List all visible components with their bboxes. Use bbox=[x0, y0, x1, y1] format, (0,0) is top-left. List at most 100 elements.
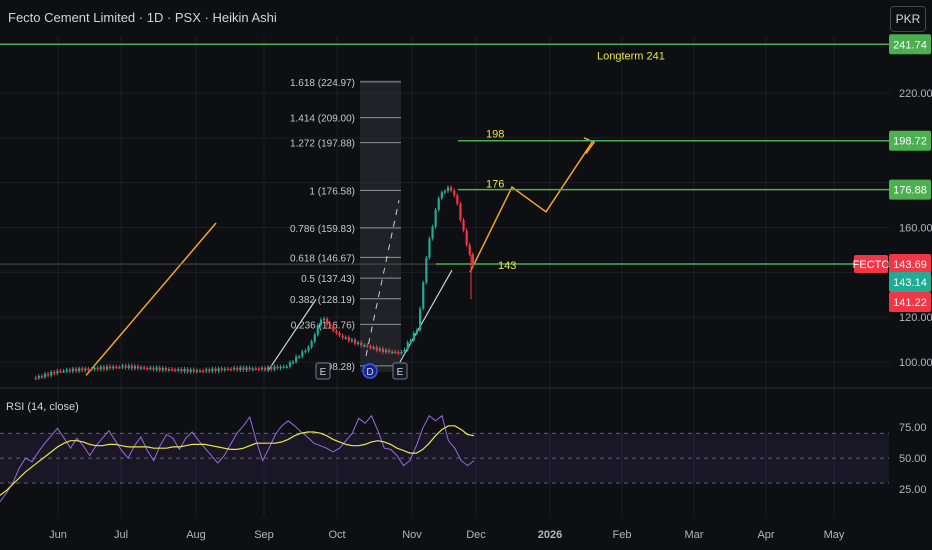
price-candle bbox=[140, 367, 143, 369]
price-candle bbox=[121, 365, 124, 368]
price-candle bbox=[155, 367, 158, 370]
price-candle bbox=[74, 368, 78, 372]
price-candle bbox=[264, 367, 267, 370]
price-candle bbox=[112, 366, 115, 369]
price-candle bbox=[93, 367, 96, 370]
fibonacci-box bbox=[360, 80, 401, 372]
price-candle bbox=[450, 187, 453, 191]
price-candle bbox=[152, 367, 155, 370]
price-candle bbox=[118, 366, 121, 369]
price-axis-tick: 160.00 bbox=[899, 223, 932, 235]
price-candle bbox=[149, 367, 152, 370]
time-axis-tick: Jul bbox=[114, 529, 128, 541]
price-candle bbox=[211, 368, 214, 372]
price-candle bbox=[109, 366, 112, 369]
price-candle bbox=[56, 370, 59, 374]
price-candle bbox=[468, 244, 471, 255]
price-candle bbox=[428, 238, 431, 258]
price-candle bbox=[465, 230, 468, 245]
time-axis-tick: Dec bbox=[466, 529, 486, 541]
price-candle bbox=[295, 356, 298, 362]
price-candle bbox=[78, 368, 81, 372]
chart-title: Fecto Cement Limited · 1D · PSX · Heikin… bbox=[8, 10, 277, 25]
time-axis-tick: Apr bbox=[757, 529, 774, 541]
price-candle bbox=[233, 367, 236, 370]
price-candle bbox=[456, 195, 459, 204]
price-candle bbox=[425, 257, 428, 283]
price-candle bbox=[329, 324, 332, 327]
time-axis-tick: Sep bbox=[254, 529, 274, 541]
price-candle bbox=[202, 370, 205, 373]
price-candle bbox=[254, 368, 257, 370]
price-candle bbox=[192, 369, 195, 372]
price-candle bbox=[344, 337, 347, 339]
price-candle bbox=[174, 369, 177, 372]
price-candle bbox=[257, 368, 261, 371]
price-candle bbox=[431, 226, 434, 239]
fib-level-label: 0.618 (146.67) bbox=[290, 253, 355, 264]
price-candle bbox=[208, 369, 211, 372]
price-candle bbox=[245, 367, 248, 371]
price-candle bbox=[372, 347, 375, 349]
time-axis-tick: Nov bbox=[402, 529, 422, 541]
price-candle bbox=[443, 191, 447, 193]
price-candle bbox=[171, 369, 174, 371]
price-candle bbox=[384, 350, 388, 353]
price-candle bbox=[462, 219, 465, 231]
price-candle bbox=[378, 348, 381, 351]
price-candle bbox=[273, 366, 276, 370]
price-candle bbox=[127, 365, 130, 368]
price-candle bbox=[279, 366, 282, 369]
price-candle bbox=[276, 366, 279, 369]
price-candle bbox=[353, 339, 357, 344]
price-candle bbox=[186, 368, 189, 372]
price-candle bbox=[37, 376, 40, 378]
price-candle bbox=[59, 370, 62, 373]
level-label: Longterm 241 bbox=[597, 50, 665, 62]
price-candle bbox=[189, 369, 192, 372]
price-candle bbox=[229, 368, 233, 371]
price-candle bbox=[360, 342, 363, 346]
price-candle bbox=[338, 333, 341, 336]
price-candle bbox=[307, 347, 310, 351]
price-candle bbox=[133, 366, 137, 369]
fib-level-label: 0.5 (137.43) bbox=[301, 274, 355, 285]
price-candle bbox=[146, 368, 149, 370]
price-candle bbox=[291, 361, 295, 364]
symbol-tag-label: FECTC bbox=[853, 259, 890, 271]
price-candle bbox=[270, 367, 273, 370]
price-candle bbox=[282, 366, 285, 369]
price-axis-tick: 120.00 bbox=[899, 312, 932, 324]
price-candle bbox=[391, 351, 394, 354]
price-tag-label: 198.72 bbox=[893, 136, 927, 148]
price-candle bbox=[105, 366, 109, 370]
price-candle bbox=[223, 368, 226, 371]
price-candle bbox=[96, 367, 99, 370]
price-candle bbox=[288, 362, 292, 367]
price-candle bbox=[409, 340, 412, 343]
price-candle bbox=[310, 341, 313, 348]
price-candle bbox=[301, 351, 304, 357]
level-label: 176 bbox=[486, 179, 504, 191]
price-candle bbox=[403, 349, 406, 352]
chart-canvas[interactable]: 1.618 (224.97) 1.414 (209.00) 1.272 (197.8… bbox=[0, 0, 932, 550]
price-candle bbox=[183, 368, 186, 372]
price-candle bbox=[369, 346, 372, 348]
price-candle bbox=[471, 254, 474, 267]
price-candle bbox=[47, 373, 50, 376]
price-candle bbox=[34, 377, 37, 380]
time-axis-tick: Mar bbox=[685, 529, 704, 541]
price-candle bbox=[440, 192, 443, 199]
projection-path bbox=[469, 141, 593, 273]
price-candle bbox=[388, 350, 391, 353]
price-candle bbox=[437, 198, 440, 210]
rsi-axis-tick: 50.00 bbox=[899, 453, 927, 465]
fib-level-label: 0.786 (159.83) bbox=[290, 224, 355, 235]
currency-button[interactable]: PKR bbox=[890, 6, 926, 32]
price-candle bbox=[87, 368, 90, 371]
price-candle bbox=[71, 368, 75, 372]
price-tag-label: 176.88 bbox=[893, 185, 927, 197]
level-label: 143 bbox=[498, 260, 516, 272]
price-candle bbox=[347, 337, 350, 341]
price-candle bbox=[316, 325, 319, 335]
